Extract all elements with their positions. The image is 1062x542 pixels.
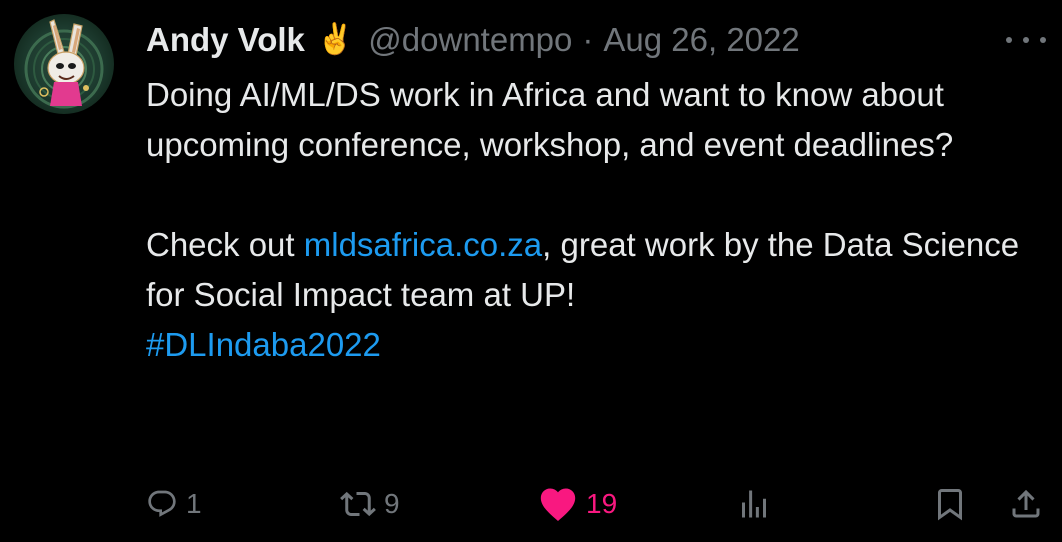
retweet-count: 9 bbox=[384, 488, 400, 519]
bookmark-button[interactable] bbox=[932, 480, 968, 528]
like-button[interactable]: 19 bbox=[538, 480, 617, 528]
tweet-paragraph-2: Check out mldsafrica.co.za, great work b… bbox=[146, 220, 1046, 370]
dot bbox=[1006, 37, 1012, 43]
avatar[interactable] bbox=[14, 14, 114, 114]
views-button[interactable] bbox=[736, 480, 772, 528]
header-separator: · bbox=[582, 21, 594, 58]
reply-count: 1 bbox=[186, 488, 202, 519]
tweet-date[interactable]: Aug 26, 2022 bbox=[603, 21, 799, 59]
dot bbox=[1023, 37, 1029, 43]
reply-button[interactable]: 1 bbox=[146, 480, 202, 528]
avatar-image bbox=[14, 14, 114, 114]
tweet-body: Doing AI/ML/DS work in Africa and want t… bbox=[146, 70, 1046, 370]
dot bbox=[1040, 37, 1046, 43]
tweet-header: Andy Volk ✌️ @downtempo · Aug 26, 2022 bbox=[146, 16, 800, 64]
analytics-icon bbox=[736, 486, 772, 522]
victory-hand-emoji: ✌️ bbox=[316, 23, 355, 56]
heart-filled-icon bbox=[538, 486, 578, 522]
retweet-icon bbox=[340, 486, 376, 522]
external-link[interactable]: mldsafrica.co.za bbox=[304, 226, 542, 263]
retweet-button[interactable]: 9 bbox=[340, 480, 400, 528]
share-icon bbox=[1008, 486, 1044, 522]
tweet-actions: 1 9 19 bbox=[0, 480, 1062, 528]
tweet-card: Andy Volk ✌️ @downtempo · Aug 26, 2022 D… bbox=[0, 0, 1062, 542]
share-button[interactable] bbox=[1008, 480, 1044, 528]
author-handle[interactable]: @downtempo bbox=[368, 21, 572, 59]
bookmark-icon bbox=[932, 484, 968, 524]
reply-icon bbox=[146, 488, 178, 520]
like-count: 19 bbox=[586, 488, 618, 519]
check-out-text: Check out bbox=[146, 226, 304, 263]
author-display-name[interactable]: Andy Volk bbox=[146, 21, 305, 59]
hashtag-link[interactable]: #DLIndaba2022 bbox=[146, 326, 381, 363]
more-options-icon[interactable] bbox=[1006, 28, 1046, 52]
tweet-paragraph-1: Doing AI/ML/DS work in Africa and want t… bbox=[146, 76, 954, 163]
